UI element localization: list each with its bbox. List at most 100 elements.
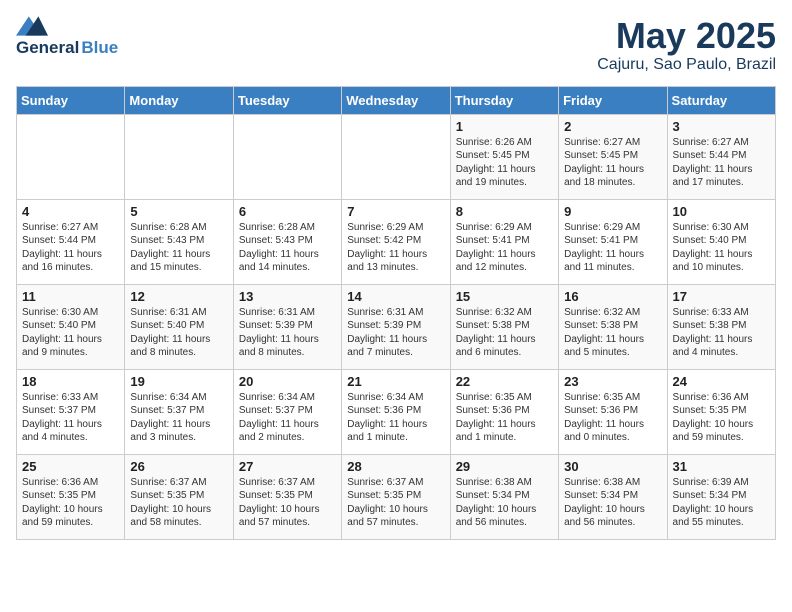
day-cell: 15 Sunrise: 6:32 AM Sunset: 5:38 PM Dayli… [450,284,558,369]
day-number: 31 [673,459,770,474]
day-number: 18 [22,374,119,389]
day-number: 4 [22,204,119,219]
day-number: 26 [130,459,227,474]
day-cell: 12 Sunrise: 6:31 AM Sunset: 5:40 PM Dayli… [125,284,233,369]
day-number: 19 [130,374,227,389]
day-info: Sunrise: 6:38 AM Sunset: 5:34 PM Dayligh… [564,476,661,530]
day-info: Sunrise: 6:26 AM Sunset: 5:45 PM Dayligh… [456,136,553,190]
day-info: Sunrise: 6:33 AM Sunset: 5:37 PM Dayligh… [22,391,119,445]
day-cell: 18 Sunrise: 6:33 AM Sunset: 5:37 PM Dayli… [17,369,125,454]
day-info: Sunrise: 6:31 AM Sunset: 5:39 PM Dayligh… [239,306,336,360]
day-info: Sunrise: 6:33 AM Sunset: 5:38 PM Dayligh… [673,306,770,360]
day-number: 7 [347,204,444,219]
day-cell: 30 Sunrise: 6:38 AM Sunset: 5:34 PM Dayli… [559,454,667,539]
day-info: Sunrise: 6:31 AM Sunset: 5:40 PM Dayligh… [130,306,227,360]
day-info: Sunrise: 6:36 AM Sunset: 5:35 PM Dayligh… [673,391,770,445]
day-cell: 26 Sunrise: 6:37 AM Sunset: 5:35 PM Dayli… [125,454,233,539]
day-number: 25 [22,459,119,474]
day-number: 2 [564,119,661,134]
day-cell: 10 Sunrise: 6:30 AM Sunset: 5:40 PM Dayli… [667,199,775,284]
day-cell: 23 Sunrise: 6:35 AM Sunset: 5:36 PM Dayli… [559,369,667,454]
day-cell: 2 Sunrise: 6:27 AM Sunset: 5:45 PM Daylig… [559,114,667,199]
day-info: Sunrise: 6:29 AM Sunset: 5:41 PM Dayligh… [564,221,661,275]
day-info: Sunrise: 6:37 AM Sunset: 5:35 PM Dayligh… [347,476,444,530]
day-cell: 19 Sunrise: 6:34 AM Sunset: 5:37 PM Dayli… [125,369,233,454]
header-sunday: Sunday [17,86,125,114]
day-cell [342,114,450,199]
day-number: 8 [456,204,553,219]
day-number: 13 [239,289,336,304]
day-info: Sunrise: 6:27 AM Sunset: 5:44 PM Dayligh… [22,221,119,275]
day-info: Sunrise: 6:31 AM Sunset: 5:39 PM Dayligh… [347,306,444,360]
day-cell: 24 Sunrise: 6:36 AM Sunset: 5:35 PM Dayli… [667,369,775,454]
day-info: Sunrise: 6:27 AM Sunset: 5:45 PM Dayligh… [564,136,661,190]
day-number: 22 [456,374,553,389]
day-info: Sunrise: 6:34 AM Sunset: 5:37 PM Dayligh… [130,391,227,445]
logo-blue: Blue [81,38,118,58]
day-cell: 31 Sunrise: 6:39 AM Sunset: 5:34 PM Dayli… [667,454,775,539]
day-number: 14 [347,289,444,304]
header-saturday: Saturday [667,86,775,114]
header-monday: Monday [125,86,233,114]
day-info: Sunrise: 6:37 AM Sunset: 5:35 PM Dayligh… [239,476,336,530]
day-cell: 13 Sunrise: 6:31 AM Sunset: 5:39 PM Dayli… [233,284,341,369]
week-row-4: 18 Sunrise: 6:33 AM Sunset: 5:37 PM Dayli… [17,369,776,454]
title-block: May 2025 Cajuru, Sao Paulo, Brazil [597,16,776,74]
day-info: Sunrise: 6:38 AM Sunset: 5:34 PM Dayligh… [456,476,553,530]
day-number: 27 [239,459,336,474]
day-cell [17,114,125,199]
day-cell: 1 Sunrise: 6:26 AM Sunset: 5:45 PM Daylig… [450,114,558,199]
day-cell: 17 Sunrise: 6:33 AM Sunset: 5:38 PM Dayli… [667,284,775,369]
day-info: Sunrise: 6:32 AM Sunset: 5:38 PM Dayligh… [456,306,553,360]
day-number: 15 [456,289,553,304]
day-cell: 16 Sunrise: 6:32 AM Sunset: 5:38 PM Dayli… [559,284,667,369]
day-number: 29 [456,459,553,474]
day-info: Sunrise: 6:34 AM Sunset: 5:37 PM Dayligh… [239,391,336,445]
header-thursday: Thursday [450,86,558,114]
day-info: Sunrise: 6:32 AM Sunset: 5:38 PM Dayligh… [564,306,661,360]
day-cell: 22 Sunrise: 6:35 AM Sunset: 5:36 PM Dayli… [450,369,558,454]
day-cell: 29 Sunrise: 6:38 AM Sunset: 5:34 PM Dayli… [450,454,558,539]
day-number: 24 [673,374,770,389]
calendar-table: SundayMondayTuesdayWednesdayThursdayFrid… [16,86,776,540]
week-row-3: 11Sunrise: 6:30 AM Sunset: 5:40 PM Dayli… [17,284,776,369]
day-number: 28 [347,459,444,474]
day-number: 21 [347,374,444,389]
week-row-1: 1 Sunrise: 6:26 AM Sunset: 5:45 PM Daylig… [17,114,776,199]
day-cell: 3Sunrise: 6:27 AM Sunset: 5:44 PM Daylig… [667,114,775,199]
day-info: Sunrise: 6:37 AM Sunset: 5:35 PM Dayligh… [130,476,227,530]
page-header: General Blue May 2025 Cajuru, Sao Paulo,… [16,16,776,74]
day-number: 1 [456,119,553,134]
day-number: 17 [673,289,770,304]
day-cell: 14 Sunrise: 6:31 AM Sunset: 5:39 PM Dayli… [342,284,450,369]
day-number: 30 [564,459,661,474]
calendar-header-row: SundayMondayTuesdayWednesdayThursdayFrid… [17,86,776,114]
day-number: 16 [564,289,661,304]
day-info: Sunrise: 6:30 AM Sunset: 5:40 PM Dayligh… [673,221,770,275]
logo-general: General [16,38,79,58]
day-number: 20 [239,374,336,389]
day-info: Sunrise: 6:39 AM Sunset: 5:34 PM Dayligh… [673,476,770,530]
calendar-subtitle: Cajuru, Sao Paulo, Brazil [597,56,776,74]
header-friday: Friday [559,86,667,114]
day-info: Sunrise: 6:29 AM Sunset: 5:42 PM Dayligh… [347,221,444,275]
day-cell: 25 Sunrise: 6:36 AM Sunset: 5:35 PM Dayli… [17,454,125,539]
day-cell: 8Sunrise: 6:29 AM Sunset: 5:41 PM Daylig… [450,199,558,284]
calendar-title: May 2025 [597,16,776,56]
day-cell [125,114,233,199]
day-number: 10 [673,204,770,219]
day-number: 23 [564,374,661,389]
day-info: Sunrise: 6:35 AM Sunset: 5:36 PM Dayligh… [564,391,661,445]
day-cell: 6Sunrise: 6:28 AM Sunset: 5:43 PM Daylig… [233,199,341,284]
day-cell: 5Sunrise: 6:28 AM Sunset: 5:43 PM Daylig… [125,199,233,284]
day-info: Sunrise: 6:35 AM Sunset: 5:36 PM Dayligh… [456,391,553,445]
day-cell: 9 Sunrise: 6:29 AM Sunset: 5:41 PM Daylig… [559,199,667,284]
day-info: Sunrise: 6:36 AM Sunset: 5:35 PM Dayligh… [22,476,119,530]
day-number: 5 [130,204,227,219]
logo-icon [16,16,48,36]
day-number: 12 [130,289,227,304]
day-number: 11 [22,289,119,304]
day-number: 9 [564,204,661,219]
day-cell: 21Sunrise: 6:34 AM Sunset: 5:36 PM Dayli… [342,369,450,454]
week-row-5: 25 Sunrise: 6:36 AM Sunset: 5:35 PM Dayli… [17,454,776,539]
